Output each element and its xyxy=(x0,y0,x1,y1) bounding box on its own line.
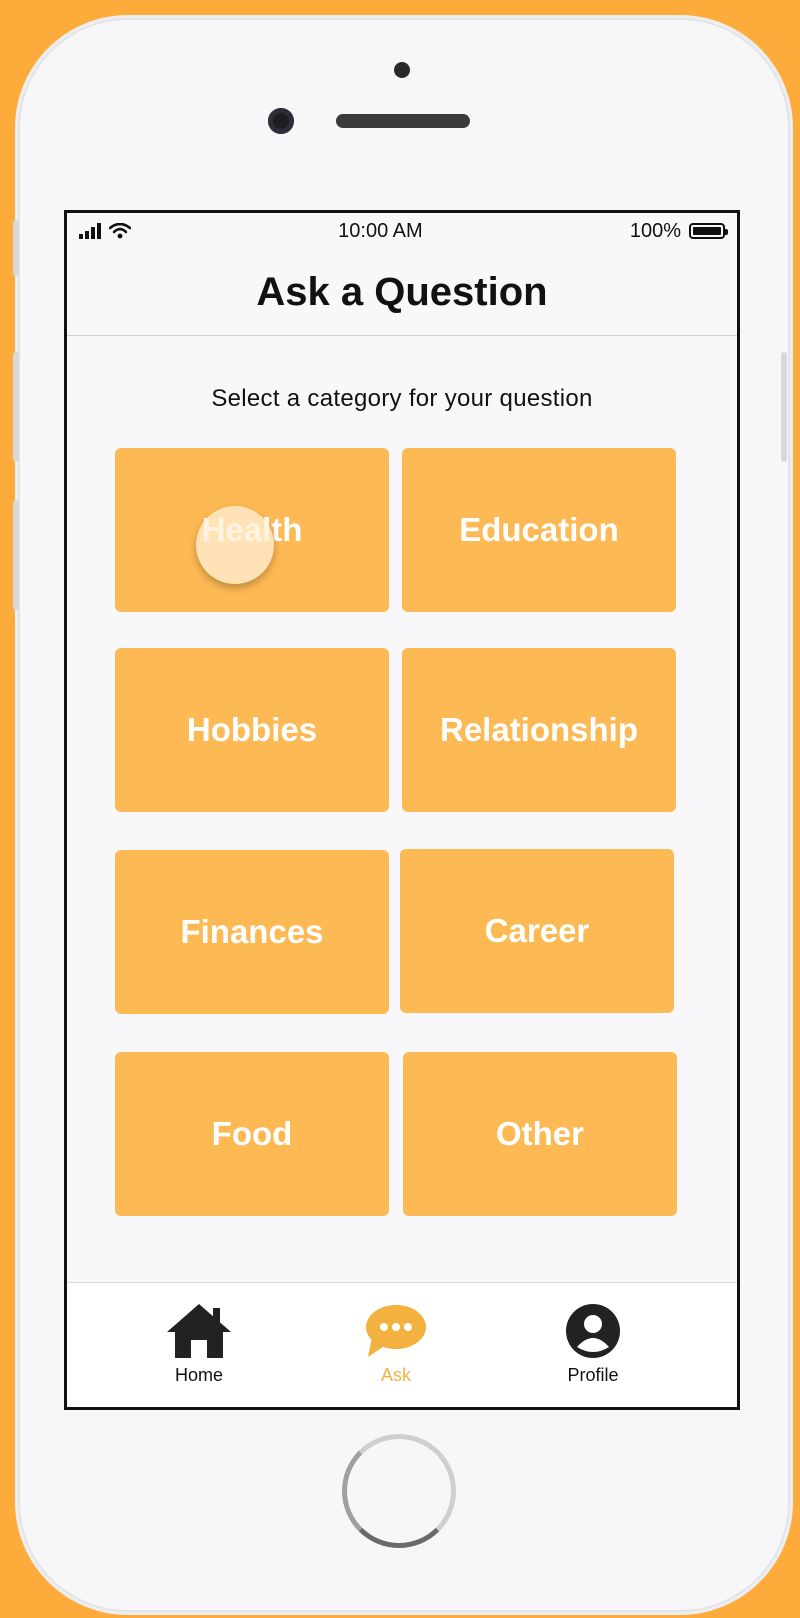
tab-ask-label: Ask xyxy=(380,1365,411,1385)
category-education-button[interactable]: Education xyxy=(402,448,676,612)
home-icon xyxy=(167,1304,231,1358)
chat-bubble-icon xyxy=(366,1305,426,1357)
category-food-button[interactable]: Food xyxy=(115,1052,389,1216)
category-finances-button[interactable]: Finances xyxy=(115,850,389,1014)
tab-home-label: Home xyxy=(174,1365,223,1385)
mute-switch xyxy=(13,220,19,276)
category-label: Hobbies xyxy=(186,711,318,748)
category-relationship-button[interactable]: Relationship xyxy=(402,648,676,812)
phone-screen: 10:00 AM 100% Ask a Question Select a ca… xyxy=(64,210,740,1410)
category-label: Career xyxy=(484,912,590,949)
power-button xyxy=(781,352,787,462)
category-label: Relationship xyxy=(439,711,639,748)
touch-indicator xyxy=(196,506,274,584)
category-label: Other xyxy=(495,1115,584,1152)
category-other-button[interactable]: Other xyxy=(403,1052,677,1216)
proximity-sensor xyxy=(394,62,410,78)
home-button[interactable] xyxy=(342,1434,456,1548)
tab-home[interactable]: Home xyxy=(129,1299,269,1386)
category-label: Food xyxy=(211,1115,293,1152)
earpiece-speaker xyxy=(336,114,470,128)
tab-ask[interactable]: Ask xyxy=(326,1299,466,1386)
tab-bar: Home Ask Profile xyxy=(67,1282,737,1407)
tab-profile[interactable]: Profile xyxy=(523,1299,663,1386)
tab-profile-label: Profile xyxy=(567,1365,619,1385)
front-camera xyxy=(268,108,294,134)
category-label: Finances xyxy=(180,913,324,950)
category-career-button[interactable]: Career xyxy=(400,849,674,1013)
category-label: Education xyxy=(459,511,619,548)
category-hobbies-button[interactable]: Hobbies xyxy=(115,648,389,812)
volume-up-button xyxy=(13,352,19,462)
volume-down-button xyxy=(13,500,19,610)
user-icon xyxy=(566,1304,620,1358)
category-grid: Health Education Hobbies Relationship Fi… xyxy=(67,213,737,1407)
